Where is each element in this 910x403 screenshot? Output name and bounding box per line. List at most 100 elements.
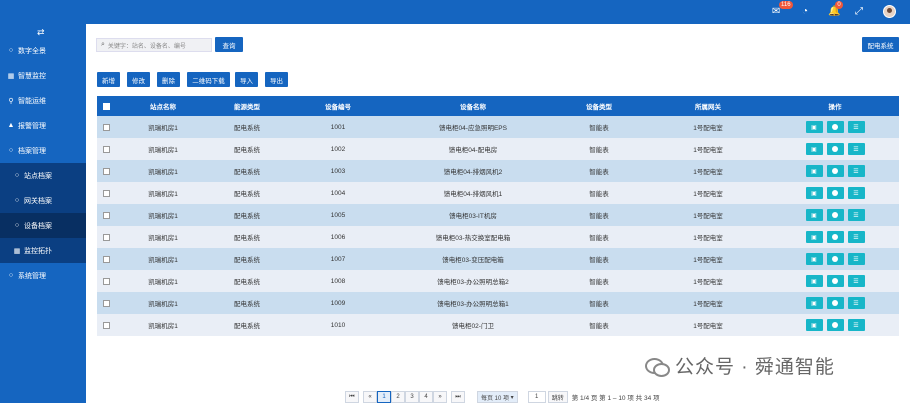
select-all-checkbox[interactable] <box>97 102 115 110</box>
view-icon[interactable] <box>826 253 844 265</box>
view-icon[interactable] <box>826 121 844 133</box>
row-checkbox[interactable] <box>97 145 115 153</box>
table-row[interactable]: 凯瑞机房1 配电系统 1006 馈电柜03-热交换室配电箱 智能表 1号配电室 ▣ ☰ <box>97 226 899 248</box>
mail-icon[interactable]: ✉ 116 <box>772 1 793 19</box>
image-icon[interactable]: ▣ <box>805 253 823 265</box>
search-input[interactable]: ⌕ 关键字：站名、设备名、编号 <box>96 38 212 52</box>
column-header: 站点名称 <box>150 104 176 111</box>
sidebar-subitem-gateway[interactable]: ○ 网关档案 <box>0 188 86 213</box>
table-row[interactable]: 凯瑞机房1 配电系统 1008 馈电柜03-办公照明总箱2 智能表 1号配电室 ▣ ☰ <box>97 270 899 292</box>
list-icon[interactable]: ☰ <box>847 253 865 265</box>
row-checkbox[interactable] <box>97 167 115 175</box>
list-icon[interactable]: ☰ <box>847 319 865 331</box>
gateway-cell: 1号配电室 <box>693 301 723 308</box>
dashboard-icon[interactable]: ◔ <box>802 5 808 19</box>
query-button[interactable]: 查询 <box>215 37 243 52</box>
delete-button[interactable]: 删除 <box>157 72 180 87</box>
first-page-button[interactable]: ⏮ <box>345 391 359 403</box>
next-page-button[interactable]: » <box>433 391 447 403</box>
goto-page-input[interactable]: 1 <box>527 391 546 403</box>
import-button[interactable]: 导入 <box>235 72 258 87</box>
energy-type-cell: 配电系统 <box>234 147 260 154</box>
view-icon[interactable] <box>826 275 844 287</box>
site-name-cell: 凯瑞机房1 <box>148 235 178 242</box>
view-icon[interactable] <box>826 187 844 199</box>
row-checkbox[interactable] <box>97 189 115 197</box>
sidebar-subitem-topology[interactable]: ▦ 监控拓扑 <box>0 238 86 263</box>
view-icon[interactable] <box>826 319 844 331</box>
page-size-select[interactable]: 每页 10 项 ▾ <box>477 391 518 403</box>
list-icon[interactable]: ☰ <box>847 143 865 155</box>
sidebar-subitem-site[interactable]: ○ 站点档案 <box>0 163 86 188</box>
table-row[interactable]: 凯瑞机房1 配电系统 1009 馈电柜03-办公照明总箱1 智能表 1号配电室 ▣ ☰ <box>97 292 899 314</box>
row-checkbox[interactable] <box>97 233 115 241</box>
sidebar-item-smart-ops[interactable]: ⚲ 智能运维 <box>0 88 86 113</box>
row-checkbox[interactable] <box>97 211 115 219</box>
table-row[interactable]: 凯瑞机房1 配电系统 1003 馈电柜04-排烟风机2 智能表 1号配电室 ▣ ☰ <box>97 160 899 182</box>
row-checkbox[interactable] <box>97 277 115 285</box>
site-name-cell: 凯瑞机房1 <box>148 147 178 154</box>
sidebar-submenu: ○ 站点档案 ○ 网关档案 ○ 设备档案 ▦ 监控拓扑 <box>0 163 86 263</box>
table-row[interactable]: 凯瑞机房1 配电系统 1001 馈电柜04-应急照明EPS 智能表 1号配电室 ▣ ☰ <box>97 116 899 138</box>
add-button[interactable]: 新增 <box>97 72 120 87</box>
image-icon[interactable]: ▣ <box>805 231 823 243</box>
prev-page-button[interactable]: « <box>363 391 377 403</box>
table-row[interactable]: 凯瑞机房1 配电系统 1010 馈电柜02-门卫 智能表 1号配电室 ▣ ☰ <box>97 314 899 336</box>
site-name-cell: 凯瑞机房1 <box>148 191 178 198</box>
sidebar-item-alarm[interactable]: ▲ 报警管理 <box>0 113 86 138</box>
row-checkbox[interactable] <box>97 321 115 329</box>
bell-icon[interactable]: 🔔 0 <box>828 1 843 19</box>
image-icon[interactable]: ▣ <box>805 165 823 177</box>
page-button[interactable]: 3 <box>405 391 419 403</box>
power-system-button[interactable]: 配电系统 <box>862 37 899 52</box>
list-icon[interactable]: ☰ <box>847 275 865 287</box>
last-page-button[interactable]: ⏭ <box>451 391 465 403</box>
goto-button[interactable]: 跳转 <box>547 391 568 403</box>
avatar[interactable] <box>883 5 896 18</box>
list-icon[interactable]: ☰ <box>847 231 865 243</box>
image-icon[interactable]: ▣ <box>805 319 823 331</box>
list-icon[interactable]: ☰ <box>847 209 865 221</box>
table-row[interactable]: 凯瑞机房1 配电系统 1004 馈电柜04-排烟风机1 智能表 1号配电室 ▣ ☰ <box>97 182 899 204</box>
page-button[interactable]: 1 <box>377 391 391 403</box>
sidebar-item-system[interactable]: ○ 系统管理 <box>0 263 86 288</box>
sidebar-subitem-device[interactable]: ○ 设备档案 <box>0 213 86 238</box>
top-bar: ✉ 116 ◔ 🔔 0 ⤢ <box>0 0 910 24</box>
view-icon[interactable] <box>826 209 844 221</box>
edit-button[interactable]: 修改 <box>127 72 150 87</box>
export-button[interactable]: 导出 <box>265 72 288 87</box>
list-icon[interactable]: ☰ <box>847 121 865 133</box>
fullscreen-icon[interactable]: ⤢ <box>855 5 863 19</box>
row-checkbox[interactable] <box>97 255 115 263</box>
image-icon[interactable]: ▣ <box>805 187 823 199</box>
table-row[interactable]: 凯瑞机房1 配电系统 1007 馈电柜03-变压配电箱 智能表 1号配电室 ▣ ☰ <box>97 248 899 270</box>
page-button[interactable]: 4 <box>419 391 433 403</box>
sidebar-item-smart-monitor[interactable]: ▦ 智慧监控 <box>0 63 86 88</box>
energy-type-cell: 配电系统 <box>234 191 260 198</box>
sidebar-item-digital-panorama[interactable]: ○ 数字全景 <box>0 38 86 63</box>
row-checkbox[interactable] <box>97 299 115 307</box>
image-icon[interactable]: ▣ <box>805 209 823 221</box>
energy-type-cell: 配电系统 <box>234 169 260 176</box>
image-icon[interactable]: ▣ <box>805 143 823 155</box>
view-icon[interactable] <box>826 231 844 243</box>
row-checkbox[interactable] <box>97 123 115 131</box>
list-icon[interactable]: ☰ <box>847 165 865 177</box>
table-row[interactable]: 凯瑞机房1 配电系统 1002 馈电柜04-配电房 智能表 1号配电室 ▣ ☰ <box>97 138 899 160</box>
device-name-cell: 馈电柜02-门卫 <box>452 323 494 330</box>
watermark: 公众号 · 舜通智能 <box>645 352 835 379</box>
image-icon[interactable]: ▣ <box>805 297 823 309</box>
menu-toggle-icon[interactable]: ⇄ <box>37 27 45 38</box>
page-button[interactable]: 2 <box>391 391 405 403</box>
list-icon[interactable]: ☰ <box>847 297 865 309</box>
device-code-cell: 1002 <box>330 145 346 153</box>
sidebar-item-archive[interactable]: ○ 档案管理 <box>0 138 86 163</box>
image-icon[interactable]: ▣ <box>805 275 823 287</box>
view-icon[interactable] <box>826 297 844 309</box>
view-icon[interactable] <box>826 165 844 177</box>
image-icon[interactable]: ▣ <box>805 121 823 133</box>
list-icon[interactable]: ☰ <box>847 187 865 199</box>
view-icon[interactable] <box>826 143 844 155</box>
qrcode-download-button[interactable]: 二维码下载 <box>187 72 230 87</box>
table-row[interactable]: 凯瑞机房1 配电系统 1005 馈电柜03-IT机房 智能表 1号配电室 ▣ ☰ <box>97 204 899 226</box>
